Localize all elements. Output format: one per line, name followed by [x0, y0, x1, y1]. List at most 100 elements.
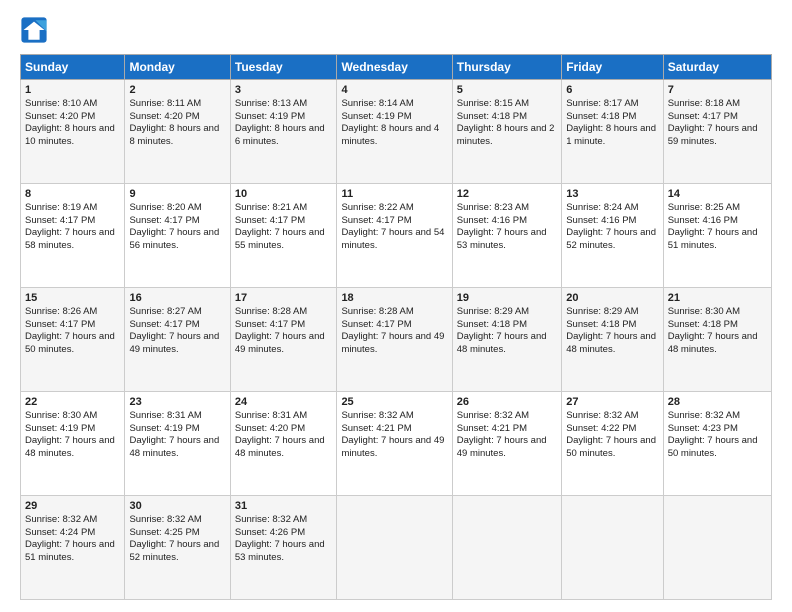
day-cell: 29Sunrise: 8:32 AMSunset: 4:24 PMDayligh…: [21, 496, 125, 600]
sunset: Sunset: 4:17 PM: [341, 215, 411, 226]
sunrise: Sunrise: 8:23 AM: [457, 202, 529, 213]
daylight: Daylight: 8 hours and 6 minutes.: [235, 123, 325, 147]
logo-icon: [20, 16, 48, 44]
day-number: 4: [341, 83, 447, 98]
sunset: Sunset: 4:20 PM: [235, 423, 305, 434]
day-number: 19: [457, 291, 557, 306]
sunrise: Sunrise: 8:11 AM: [129, 98, 201, 109]
sunset: Sunset: 4:16 PM: [668, 215, 738, 226]
daylight: Daylight: 7 hours and 49 minutes.: [457, 435, 547, 459]
sunset: Sunset: 4:18 PM: [566, 319, 636, 330]
col-header-monday: Monday: [125, 55, 230, 80]
day-number: 27: [566, 395, 658, 410]
sunrise: Sunrise: 8:32 AM: [457, 410, 529, 421]
daylight: Daylight: 7 hours and 48 minutes.: [25, 435, 115, 459]
daylight: Daylight: 8 hours and 2 minutes.: [457, 123, 555, 147]
sunset: Sunset: 4:17 PM: [129, 319, 199, 330]
daylight: Daylight: 7 hours and 56 minutes.: [129, 227, 219, 251]
sunset: Sunset: 4:17 PM: [235, 319, 305, 330]
sunset: Sunset: 4:20 PM: [129, 111, 199, 122]
sunrise: Sunrise: 8:32 AM: [25, 514, 97, 525]
daylight: Daylight: 8 hours and 10 minutes.: [25, 123, 115, 147]
day-cell: 17Sunrise: 8:28 AMSunset: 4:17 PMDayligh…: [230, 288, 337, 392]
sunset: Sunset: 4:17 PM: [341, 319, 411, 330]
day-cell: 31Sunrise: 8:32 AMSunset: 4:26 PMDayligh…: [230, 496, 337, 600]
day-cell: 26Sunrise: 8:32 AMSunset: 4:21 PMDayligh…: [452, 392, 561, 496]
sunrise: Sunrise: 8:13 AM: [235, 98, 307, 109]
sunset: Sunset: 4:18 PM: [457, 111, 527, 122]
day-cell: 10Sunrise: 8:21 AMSunset: 4:17 PMDayligh…: [230, 184, 337, 288]
sunrise: Sunrise: 8:30 AM: [25, 410, 97, 421]
week-row-5: 29Sunrise: 8:32 AMSunset: 4:24 PMDayligh…: [21, 496, 772, 600]
day-number: 6: [566, 83, 658, 98]
day-number: 5: [457, 83, 557, 98]
day-number: 30: [129, 499, 225, 514]
daylight: Daylight: 7 hours and 52 minutes.: [566, 227, 656, 251]
sunrise: Sunrise: 8:25 AM: [668, 202, 740, 213]
sunset: Sunset: 4:17 PM: [129, 215, 199, 226]
daylight: Daylight: 7 hours and 58 minutes.: [25, 227, 115, 251]
day-cell: 9Sunrise: 8:20 AMSunset: 4:17 PMDaylight…: [125, 184, 230, 288]
day-number: 7: [668, 83, 767, 98]
day-cell: [562, 496, 663, 600]
day-cell: [452, 496, 561, 600]
day-number: 11: [341, 187, 447, 202]
sunrise: Sunrise: 8:32 AM: [129, 514, 201, 525]
day-number: 13: [566, 187, 658, 202]
day-cell: 25Sunrise: 8:32 AMSunset: 4:21 PMDayligh…: [337, 392, 452, 496]
daylight: Daylight: 7 hours and 50 minutes.: [25, 331, 115, 355]
sunrise: Sunrise: 8:31 AM: [235, 410, 307, 421]
day-number: 28: [668, 395, 767, 410]
day-cell: 23Sunrise: 8:31 AMSunset: 4:19 PMDayligh…: [125, 392, 230, 496]
day-cell: 5Sunrise: 8:15 AMSunset: 4:18 PMDaylight…: [452, 80, 561, 184]
sunset: Sunset: 4:16 PM: [457, 215, 527, 226]
sunrise: Sunrise: 8:32 AM: [566, 410, 638, 421]
day-number: 18: [341, 291, 447, 306]
sunrise: Sunrise: 8:17 AM: [566, 98, 638, 109]
day-cell: 28Sunrise: 8:32 AMSunset: 4:23 PMDayligh…: [663, 392, 771, 496]
day-number: 29: [25, 499, 120, 514]
col-header-thursday: Thursday: [452, 55, 561, 80]
day-cell: [663, 496, 771, 600]
day-cell: 20Sunrise: 8:29 AMSunset: 4:18 PMDayligh…: [562, 288, 663, 392]
logo: [20, 16, 50, 44]
day-number: 22: [25, 395, 120, 410]
sunset: Sunset: 4:17 PM: [25, 215, 95, 226]
daylight: Daylight: 7 hours and 48 minutes.: [129, 435, 219, 459]
day-cell: 18Sunrise: 8:28 AMSunset: 4:17 PMDayligh…: [337, 288, 452, 392]
day-number: 25: [341, 395, 447, 410]
daylight: Daylight: 7 hours and 48 minutes.: [457, 331, 547, 355]
sunset: Sunset: 4:18 PM: [457, 319, 527, 330]
daylight: Daylight: 7 hours and 50 minutes.: [668, 435, 758, 459]
daylight: Daylight: 7 hours and 48 minutes.: [566, 331, 656, 355]
day-number: 2: [129, 83, 225, 98]
week-row-3: 15Sunrise: 8:26 AMSunset: 4:17 PMDayligh…: [21, 288, 772, 392]
sunrise: Sunrise: 8:32 AM: [668, 410, 740, 421]
sunrise: Sunrise: 8:14 AM: [341, 98, 413, 109]
day-cell: 1Sunrise: 8:10 AMSunset: 4:20 PMDaylight…: [21, 80, 125, 184]
sunset: Sunset: 4:25 PM: [129, 527, 199, 538]
sunset: Sunset: 4:24 PM: [25, 527, 95, 538]
sunrise: Sunrise: 8:27 AM: [129, 306, 201, 317]
sunset: Sunset: 4:22 PM: [566, 423, 636, 434]
daylight: Daylight: 7 hours and 53 minutes.: [457, 227, 547, 251]
sunrise: Sunrise: 8:31 AM: [129, 410, 201, 421]
day-number: 21: [668, 291, 767, 306]
calendar-table: SundayMondayTuesdayWednesdayThursdayFrid…: [20, 54, 772, 600]
sunrise: Sunrise: 8:26 AM: [25, 306, 97, 317]
daylight: Daylight: 7 hours and 48 minutes.: [235, 435, 325, 459]
day-cell: 6Sunrise: 8:17 AMSunset: 4:18 PMDaylight…: [562, 80, 663, 184]
day-number: 14: [668, 187, 767, 202]
col-header-sunday: Sunday: [21, 55, 125, 80]
daylight: Daylight: 7 hours and 54 minutes.: [341, 227, 444, 251]
header: [20, 16, 772, 44]
col-header-wednesday: Wednesday: [337, 55, 452, 80]
sunset: Sunset: 4:19 PM: [25, 423, 95, 434]
week-row-2: 8Sunrise: 8:19 AMSunset: 4:17 PMDaylight…: [21, 184, 772, 288]
day-cell: [337, 496, 452, 600]
sunrise: Sunrise: 8:29 AM: [457, 306, 529, 317]
day-cell: 16Sunrise: 8:27 AMSunset: 4:17 PMDayligh…: [125, 288, 230, 392]
day-number: 9: [129, 187, 225, 202]
week-row-4: 22Sunrise: 8:30 AMSunset: 4:19 PMDayligh…: [21, 392, 772, 496]
sunset: Sunset: 4:26 PM: [235, 527, 305, 538]
